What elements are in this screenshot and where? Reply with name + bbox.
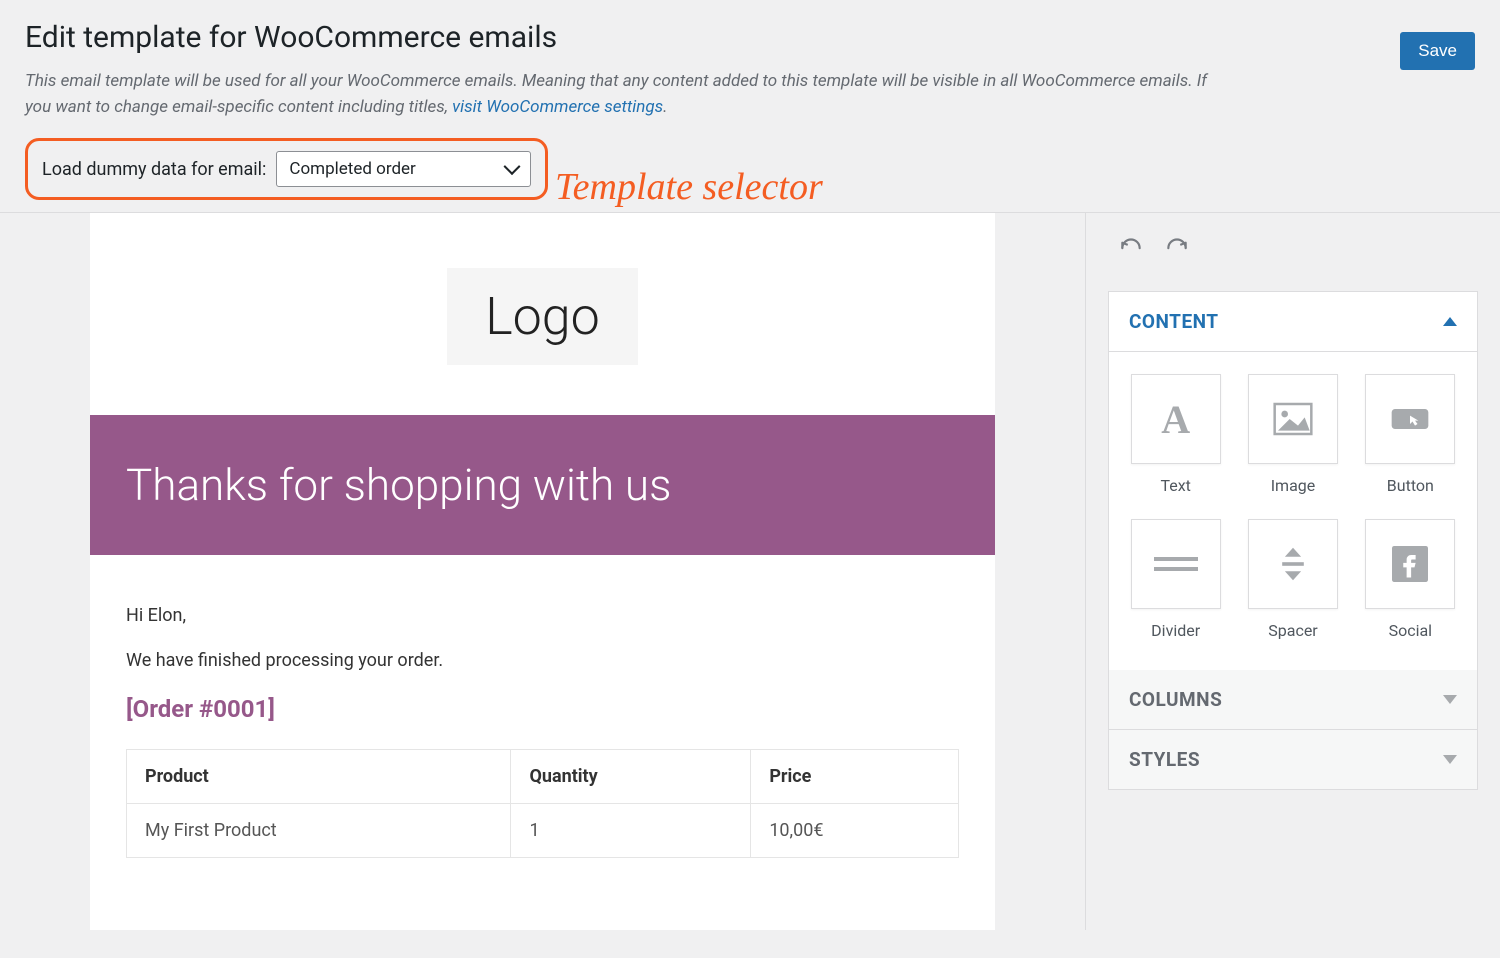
button-icon (1365, 374, 1455, 464)
email-body: Hi Elon, We have finished processing you… (90, 555, 995, 858)
logo-block: Logo (90, 213, 995, 395)
block-image[interactable]: Image (1244, 374, 1341, 495)
page-title: Edit template for WooCommerce emails (25, 20, 1475, 55)
dummy-data-label: Load dummy data for email: (42, 159, 266, 180)
caret-down-icon (1443, 695, 1457, 704)
panel-styles-header[interactable]: STYLES (1109, 730, 1477, 789)
cell-quantity: 1 (511, 804, 751, 858)
select-value: Completed order (289, 159, 415, 179)
sidebar: CONTENT A Text Image (1085, 213, 1500, 930)
caret-down-icon (1443, 755, 1457, 764)
col-product: Product (127, 750, 511, 804)
col-quantity: Quantity (511, 750, 751, 804)
block-text-label: Text (1160, 476, 1190, 495)
social-icon (1365, 519, 1455, 609)
email-header-banner[interactable]: Thanks for shopping with us (90, 415, 995, 555)
workspace: Logo Thanks for shopping with us Hi Elon… (0, 212, 1500, 930)
description-end: . (663, 97, 667, 117)
table-header-row: Product Quantity Price (127, 750, 959, 804)
block-button[interactable]: Button (1362, 374, 1459, 495)
spacer-icon (1248, 519, 1338, 609)
greeting-line: Hi Elon, (126, 605, 959, 626)
block-image-label: Image (1271, 476, 1316, 495)
template-selector-highlight: Load dummy data for email: Completed ord… (25, 138, 548, 200)
block-divider[interactable]: Divider (1127, 519, 1224, 640)
email-template-select[interactable]: Completed order (276, 151, 531, 187)
cell-price: 10,00€ (751, 804, 959, 858)
block-spacer-label: Spacer (1268, 621, 1317, 640)
cell-product: My First Product (127, 804, 511, 858)
order-heading: [Order #0001] (126, 695, 959, 723)
order-table: Product Quantity Price My First Product … (126, 749, 959, 858)
followup-line: We have finished processing your order. (126, 650, 959, 671)
block-social[interactable]: Social (1362, 519, 1459, 640)
text-icon: A (1131, 374, 1221, 464)
save-button[interactable]: Save (1400, 32, 1475, 70)
woocommerce-settings-link[interactable]: visit WooCommerce settings (452, 97, 663, 117)
panel-styles-title: STYLES (1129, 748, 1200, 771)
panel-content-title: CONTENT (1129, 310, 1219, 333)
divider-icon (1131, 519, 1221, 609)
panel-columns-header[interactable]: COLUMNS (1109, 670, 1477, 730)
block-social-label: Social (1389, 621, 1432, 640)
block-text[interactable]: A Text (1127, 374, 1224, 495)
canvas-area: Logo Thanks for shopping with us Hi Elon… (0, 213, 1085, 930)
panel-content: CONTENT A Text Image (1108, 291, 1478, 790)
image-icon (1248, 374, 1338, 464)
logo-placeholder[interactable]: Logo (447, 268, 638, 365)
redo-icon[interactable] (1164, 233, 1190, 259)
table-row: My First Product 1 10,00€ (127, 804, 959, 858)
annotation-label: Template selector (555, 165, 823, 209)
undo-icon[interactable] (1118, 233, 1144, 259)
caret-up-icon (1443, 317, 1457, 326)
block-divider-label: Divider (1151, 621, 1200, 640)
col-price: Price (751, 750, 959, 804)
undo-redo-group (1118, 233, 1478, 259)
panel-columns-title: COLUMNS (1129, 688, 1222, 711)
page-description: This email template will be used for all… (25, 69, 1225, 120)
panel-content-header[interactable]: CONTENT (1109, 292, 1477, 352)
panel-content-body: A Text Image Button (1109, 352, 1477, 670)
block-button-label: Button (1387, 476, 1434, 495)
block-spacer[interactable]: Spacer (1244, 519, 1341, 640)
block-grid: A Text Image Button (1127, 374, 1459, 640)
email-canvas[interactable]: Logo Thanks for shopping with us Hi Elon… (90, 213, 995, 930)
